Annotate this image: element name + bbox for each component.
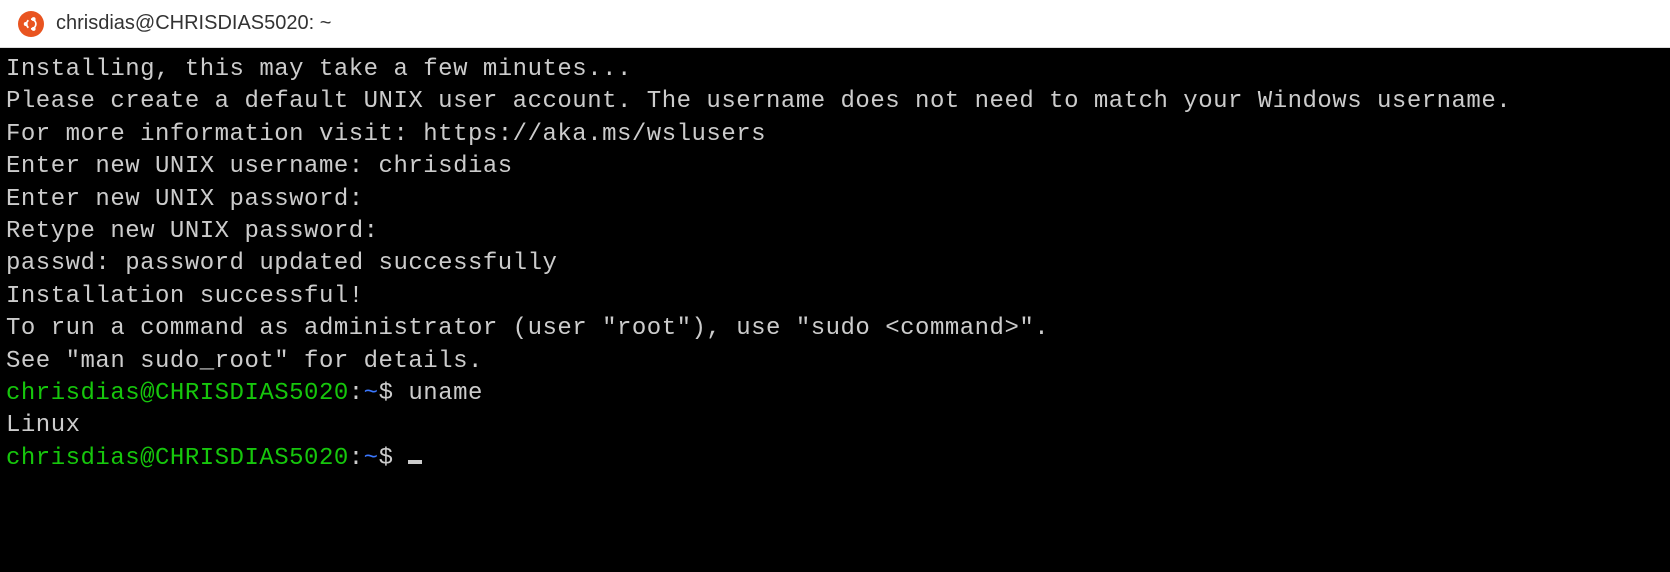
terminal-line: Please create a default UNIX user accoun…	[6, 86, 1664, 118]
prompt-userhost: chrisdias@CHRISDIAS5020	[6, 380, 349, 407]
terminal-line: Retype new UNIX password:	[6, 216, 1664, 248]
terminal-line: For more information visit: https://aka.…	[6, 119, 1664, 151]
prompt-path: ~	[364, 445, 379, 472]
window-title: chrisdias@CHRISDIAS5020: ~	[56, 12, 331, 35]
prompt-dollar: $	[379, 380, 409, 407]
prompt-path: ~	[364, 380, 379, 407]
terminal-area[interactable]: Installing, this may take a few minutes.…	[0, 48, 1670, 572]
terminal-output: Linux	[6, 410, 1664, 442]
prompt-sep: :	[349, 445, 364, 472]
terminal-line: Installing, this may take a few minutes.…	[6, 54, 1664, 86]
terminal-prompt-line: chrisdias@CHRISDIAS5020:~$ uname	[6, 378, 1664, 410]
terminal-line: Enter new UNIX password:	[6, 184, 1664, 216]
ubuntu-icon	[18, 11, 44, 37]
terminal-prompt-line: chrisdias@CHRISDIAS5020:~$	[6, 443, 1664, 475]
prompt-sep: :	[349, 380, 364, 407]
prompt-userhost: chrisdias@CHRISDIAS5020	[6, 445, 349, 472]
cursor-icon	[408, 460, 422, 464]
prompt-command: uname	[408, 380, 483, 407]
prompt-dollar: $	[379, 445, 409, 472]
window-titlebar: chrisdias@CHRISDIAS5020: ~	[0, 0, 1670, 48]
terminal-line: To run a command as administrator (user …	[6, 313, 1664, 345]
terminal-line: Installation successful!	[6, 281, 1664, 313]
terminal-line: See "man sudo_root" for details.	[6, 346, 1664, 378]
terminal-line: Enter new UNIX username: chrisdias	[6, 151, 1664, 183]
terminal-line: passwd: password updated successfully	[6, 248, 1664, 280]
